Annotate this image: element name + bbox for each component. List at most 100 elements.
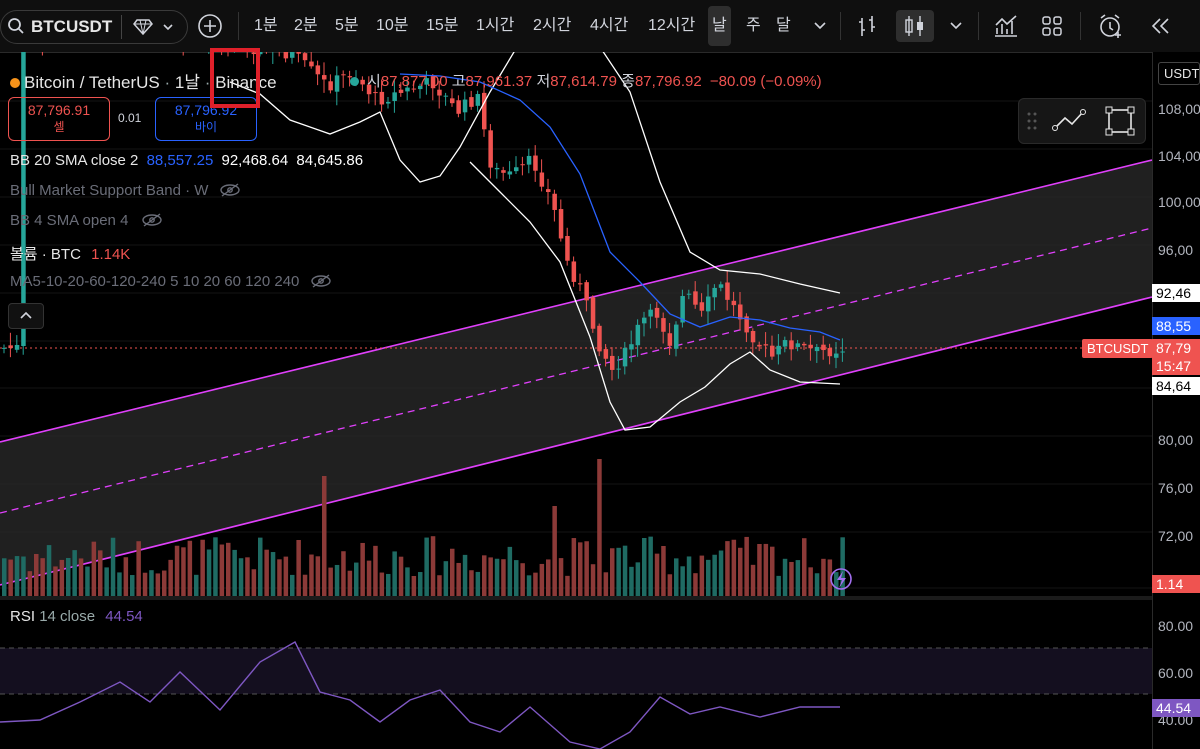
volume-bar (565, 575, 570, 596)
price-tick: 100,00 (1158, 194, 1200, 210)
pane-separator[interactable] (0, 596, 1152, 600)
candle-body (789, 340, 794, 350)
candle-chart-icon[interactable] (896, 10, 934, 42)
candle-body (462, 99, 468, 113)
high-label: 고 (451, 73, 466, 90)
timeframe-2h[interactable]: 2시간 (533, 0, 571, 52)
volume-bar (718, 550, 724, 596)
timeframe-1m[interactable]: 1분 (254, 0, 278, 52)
timeframe-10m[interactable]: 10분 (376, 0, 409, 52)
price-tick: 96,00 (1158, 242, 1194, 258)
candle-body (302, 53, 308, 61)
volume-bar (302, 574, 308, 596)
candle-body (2, 347, 7, 349)
candle-body (392, 92, 397, 101)
symbol-search-box[interactable]: BTCUSDT (0, 10, 188, 44)
indicators-icon[interactable] (990, 10, 1022, 42)
candle-body (725, 282, 730, 300)
volume-bar (78, 558, 84, 596)
volume-bar (539, 563, 545, 596)
divider (978, 12, 979, 40)
collapse-legend-button[interactable] (8, 303, 44, 329)
alert-icon[interactable] (1094, 10, 1126, 42)
symbol-name[interactable]: BTCUSDT (31, 11, 112, 43)
bb-basis-tag: 88,55 (1152, 317, 1200, 335)
volume-bar (430, 536, 436, 596)
volume-bar (597, 459, 602, 596)
volume-bar (494, 558, 500, 596)
timeframe-15m[interactable]: 15분 (426, 0, 459, 52)
timeframe-2m[interactable]: 2분 (294, 0, 318, 52)
candle-body (706, 296, 711, 312)
drag-handle-icon[interactable] (1025, 109, 1039, 133)
volume-bar (386, 573, 391, 596)
bb-legend[interactable]: BB 20 SMA close 2 88,557.25 92,468.64 84… (10, 152, 363, 169)
candle-body (642, 317, 647, 324)
volume-bar (206, 549, 212, 596)
timeframe-week[interactable]: 주 (746, 0, 761, 52)
collapse-icon (20, 311, 32, 319)
candle-body (379, 91, 385, 105)
candle-body (494, 167, 500, 170)
sell-button[interactable]: 87,796.91 셀 (8, 97, 110, 141)
candle-body (667, 333, 673, 346)
countdown-tag: 15:47 (1152, 357, 1200, 375)
timeframe-12h[interactable]: 12시간 (648, 0, 695, 52)
volume-legend[interactable]: 볼륨 · BTC 1.14K (10, 243, 130, 264)
eye-off-icon[interactable] (310, 273, 332, 289)
volume-bar (552, 506, 557, 596)
volume-bar (456, 562, 461, 596)
candle-body (782, 340, 788, 347)
legend-sep: · (164, 73, 175, 92)
candle-body (322, 75, 327, 80)
volume-bar (757, 544, 762, 596)
chevron-down-icon[interactable] (161, 20, 175, 34)
timeframe-4h[interactable]: 4시간 (590, 0, 628, 52)
bb4-legend[interactable]: BB 4 SMA open 4 (10, 212, 163, 229)
chevron-down-icon[interactable] (804, 10, 836, 42)
rsi-background (0, 648, 1152, 694)
timeframe-5m[interactable]: 5분 (335, 0, 359, 52)
bull-band-legend[interactable]: Bull Market Support Band · W (10, 182, 241, 199)
divider (1080, 12, 1081, 40)
bull-band-label: Bull Market Support Band · W (10, 182, 209, 199)
candle-body (334, 75, 340, 92)
candle-body (712, 287, 717, 298)
replay-icon[interactable] (1144, 10, 1176, 42)
volume-bar (309, 554, 314, 596)
candle-body (808, 344, 813, 349)
rectangle-icon[interactable] (1103, 104, 1137, 138)
volume-bar (475, 571, 481, 596)
volume-bar (226, 542, 231, 596)
rsi-legend[interactable]: RSI 14 close 44.54 (10, 608, 143, 625)
volume-bar (526, 575, 532, 596)
volume-bar (181, 547, 186, 596)
ma-legend[interactable]: MA5-10-20-60-120-240 5 10 20 60 120 240 (10, 273, 332, 290)
change-value: −80.09 (−0.09%) (709, 73, 822, 90)
volume-bar (763, 543, 769, 596)
volume-bar (174, 545, 180, 596)
volume-bar (667, 574, 673, 596)
chevron-down-icon[interactable] (940, 10, 972, 42)
eye-off-icon[interactable] (219, 182, 241, 198)
layout-icon[interactable] (1036, 10, 1068, 42)
spread-value: 0.01 (118, 111, 142, 125)
ma-label: MA5-10-20-60-120-240 5 10 20 60 120 240 (10, 273, 300, 290)
currency-label[interactable]: USDT (1158, 62, 1200, 85)
bar-chart-icon[interactable] (852, 10, 884, 42)
timeframe-day[interactable]: 날 (708, 6, 731, 46)
diamond-icon[interactable] (133, 18, 153, 36)
close-label: 종 (621, 73, 635, 90)
plus-circle-icon[interactable] (194, 10, 226, 42)
trendline-icon[interactable] (1051, 106, 1087, 136)
volume-bar (245, 557, 250, 596)
timeframe-month[interactable]: 달 (776, 0, 791, 52)
status-dot (350, 77, 359, 86)
close-value: 87,796.92 (634, 73, 702, 90)
volume-bar (117, 572, 122, 596)
legend-interval[interactable]: 1날 (175, 73, 200, 92)
eye-off-icon[interactable] (141, 212, 163, 228)
volume-bar (232, 549, 237, 596)
divider (840, 12, 841, 40)
timeframe-1h[interactable]: 1시간 (476, 0, 514, 52)
